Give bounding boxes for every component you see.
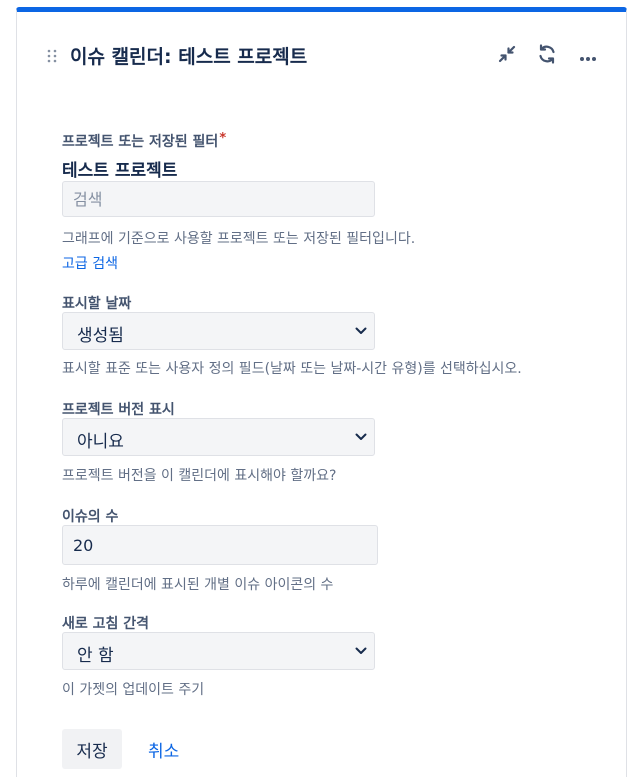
advanced-search-link[interactable]: 고급 검색 (62, 253, 118, 273)
project-label-text: 프로젝트 또는 저장된 필터 (62, 134, 219, 150)
versions-select[interactable]: 아니요 (62, 418, 375, 456)
date-field-select[interactable]: 생성됨 (62, 312, 375, 350)
chevron-down-icon (355, 327, 367, 335)
versions-value: 아니요 (77, 432, 124, 452)
date-field-label: 표시할 날짜 (62, 296, 132, 312)
refresh-icon (536, 43, 558, 69)
chevron-down-icon (355, 647, 367, 655)
selected-project: 테스트 프로젝트 (62, 161, 178, 181)
project-search-input[interactable] (62, 181, 375, 217)
refresh-interval-value: 안 함 (77, 646, 114, 666)
versions-help-text: 프로젝트 버전을 이 캘린더에 표시해야 할까요? (62, 468, 337, 484)
refresh-interval-select[interactable]: 안 함 (62, 632, 375, 670)
date-field-value: 생성됨 (77, 326, 124, 346)
required-marker: * (219, 131, 227, 146)
issue-count-help-text: 하루에 캘린더에 표시된 개별 이슈 아이콘의 수 (62, 577, 334, 593)
issue-count-input[interactable] (62, 525, 378, 565)
project-help-text: 그래프에 기준으로 사용할 프로젝트 또는 저장된 필터입니다. (62, 231, 416, 247)
minimize-button[interactable] (494, 44, 520, 68)
refresh-interval-label: 새로 고침 간격 (62, 616, 150, 632)
more-button[interactable] (575, 44, 601, 68)
more-icon (579, 47, 597, 66)
drag-handle-icon[interactable] (47, 49, 57, 63)
date-field-help-text: 표시할 표준 또는 사용자 정의 필드(날짜 또는 날짜-시간 유형)를 선택하… (62, 361, 522, 377)
project-field-label: 프로젝트 또는 저장된 필터* (62, 131, 226, 151)
save-button[interactable]: 저장 (62, 729, 122, 769)
minimize-icon (497, 44, 517, 68)
cancel-button[interactable]: 취소 (148, 729, 179, 769)
gadget-title: 이슈 캘린더: 테스트 프로젝트 (70, 46, 308, 68)
refresh-interval-help-text: 이 가젯의 업데이트 주기 (62, 682, 205, 698)
gadget-header: 이슈 캘린더: 테스트 프로젝트 (17, 12, 626, 92)
gadget-panel: 이슈 캘린더: 테스트 프로젝트 프로젝트 또는 저장된 필터* 테스트 프로젝… (16, 7, 627, 777)
issue-count-label: 이슈의 수 (62, 509, 119, 525)
refresh-button[interactable] (534, 44, 560, 68)
chevron-down-icon (355, 433, 367, 441)
versions-field-label: 프로젝트 버전 표시 (62, 402, 175, 418)
